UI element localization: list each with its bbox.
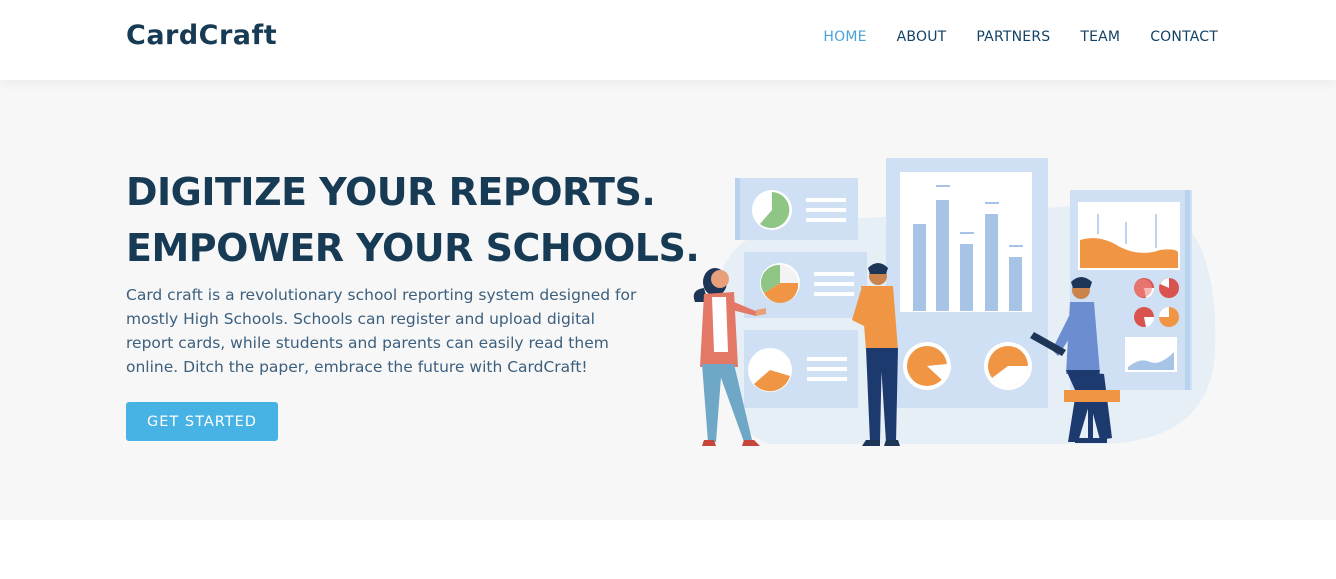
site-header: CardCraft HOME ABOUT PARTNERS TEAM CONTA…	[0, 0, 1336, 80]
nav-about[interactable]: ABOUT	[897, 29, 947, 45]
hero-section: DIGITIZE YOUR REPORTS. EMPOWER YOUR SCHO…	[0, 80, 1336, 520]
hero-illustration	[693, 158, 1216, 446]
hero-title-line1: DIGITIZE YOUR REPORTS.	[126, 170, 656, 214]
nav-contact[interactable]: CONTACT	[1150, 29, 1218, 45]
get-started-button[interactable]: GET STARTED	[126, 402, 278, 441]
nav-home[interactable]: HOME	[823, 29, 866, 45]
nav-partners[interactable]: PARTNERS	[976, 29, 1050, 45]
hero-title-line2: EMPOWER YOUR SCHOOLS.	[126, 226, 700, 270]
logo[interactable]: CardCraft	[126, 20, 277, 51]
page-bottom	[0, 520, 1336, 579]
hero-title: DIGITIZE YOUR REPORTS. EMPOWER YOUR SCHO…	[126, 164, 700, 276]
hero-description: Card craft is a revolutionary school rep…	[126, 286, 637, 376]
main-nav: HOME ABOUT PARTNERS TEAM CONTACT	[823, 29, 1218, 45]
nav-team[interactable]: TEAM	[1080, 29, 1120, 45]
